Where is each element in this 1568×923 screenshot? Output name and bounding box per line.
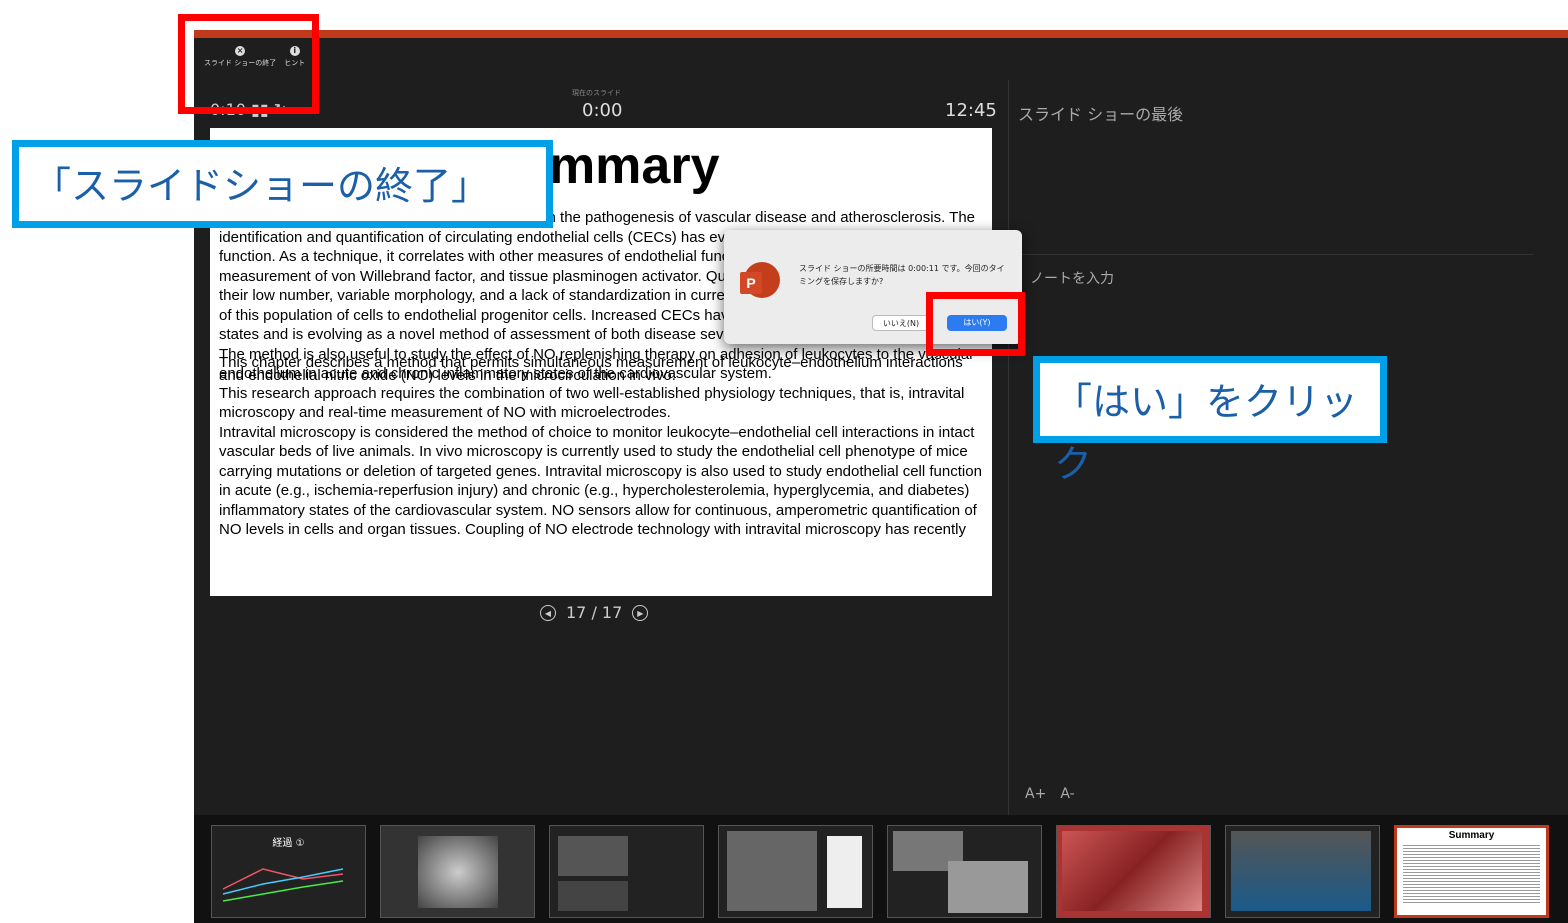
vessel-diagram-image bbox=[827, 836, 862, 908]
title-accent-bar bbox=[194, 30, 1568, 38]
next-slide-label: スライド ショーの最後 bbox=[1018, 105, 1184, 124]
ultrasound-image bbox=[558, 836, 628, 876]
current-slide-label: 現在のスライド bbox=[572, 89, 621, 97]
ultrasound-image bbox=[1231, 831, 1371, 911]
callout-end-show: 「スライドショーの終了」 bbox=[12, 140, 553, 228]
thumbnail-4[interactable] bbox=[718, 825, 873, 918]
end-show-highlight bbox=[178, 14, 319, 114]
font-size-controls: A+ A- bbox=[1025, 786, 1075, 802]
thumbnail-label: 経過 ① bbox=[272, 838, 305, 849]
angiography-image bbox=[727, 831, 817, 911]
clock: 12:45 bbox=[945, 100, 997, 121]
no-button[interactable]: いいえ(N) bbox=[872, 315, 930, 331]
thumbnail-8-current[interactable]: Summary bbox=[1394, 825, 1549, 918]
slide-paragraph: Intravital microscopy is considered the … bbox=[219, 423, 982, 539]
thumbnail-label: Summary bbox=[1448, 830, 1495, 841]
thumbnail-text-lines bbox=[1403, 845, 1540, 905]
thumbnail-5[interactable] bbox=[887, 825, 1042, 918]
thumbnail-7[interactable] bbox=[1225, 825, 1380, 918]
notes-input[interactable]: ノートを入力 bbox=[1030, 268, 1114, 288]
surgical-photo-image bbox=[1062, 831, 1202, 911]
powerpoint-icon-letter: P bbox=[740, 272, 762, 294]
yes-button-highlight bbox=[926, 292, 1025, 356]
slide-paragraph: This research approach requires the comb… bbox=[219, 384, 965, 422]
slide-navigation: ◀ 17 / 17 ▶ bbox=[540, 603, 649, 622]
thumbnail-1[interactable]: 経過 ① bbox=[211, 825, 366, 918]
callout-end-show-text: 「スライドショーの終了」 bbox=[33, 164, 490, 208]
xray-image bbox=[417, 836, 498, 908]
notes-divider bbox=[1018, 254, 1533, 255]
ct-image bbox=[948, 861, 1028, 913]
thumbnail-2[interactable] bbox=[380, 825, 535, 918]
thumbnail-6[interactable] bbox=[1056, 825, 1211, 918]
slide-counter: 17 / 17 bbox=[566, 603, 623, 622]
font-increase-button[interactable]: A+ bbox=[1025, 786, 1046, 802]
next-slide-icon[interactable]: ▶ bbox=[632, 604, 649, 621]
dialog-message: スライド ショーの所要時間は 0:00:11 です。今回のタイミングを保存します… bbox=[799, 264, 1005, 286]
previous-slide-icon[interactable]: ◀ bbox=[540, 604, 556, 621]
callout-click-yes: 「はい」をクリック bbox=[1033, 356, 1387, 486]
panel-divider bbox=[1008, 80, 1009, 815]
thumbnail-3[interactable] bbox=[549, 825, 704, 918]
slide-overlap-text: This chapter describes a method that per… bbox=[219, 354, 963, 384]
ultrasound-image bbox=[558, 881, 628, 911]
current-slide-time: 0:00 bbox=[582, 100, 623, 121]
thumbnail-chart bbox=[222, 868, 344, 902]
font-decrease-button[interactable]: A- bbox=[1060, 786, 1074, 802]
